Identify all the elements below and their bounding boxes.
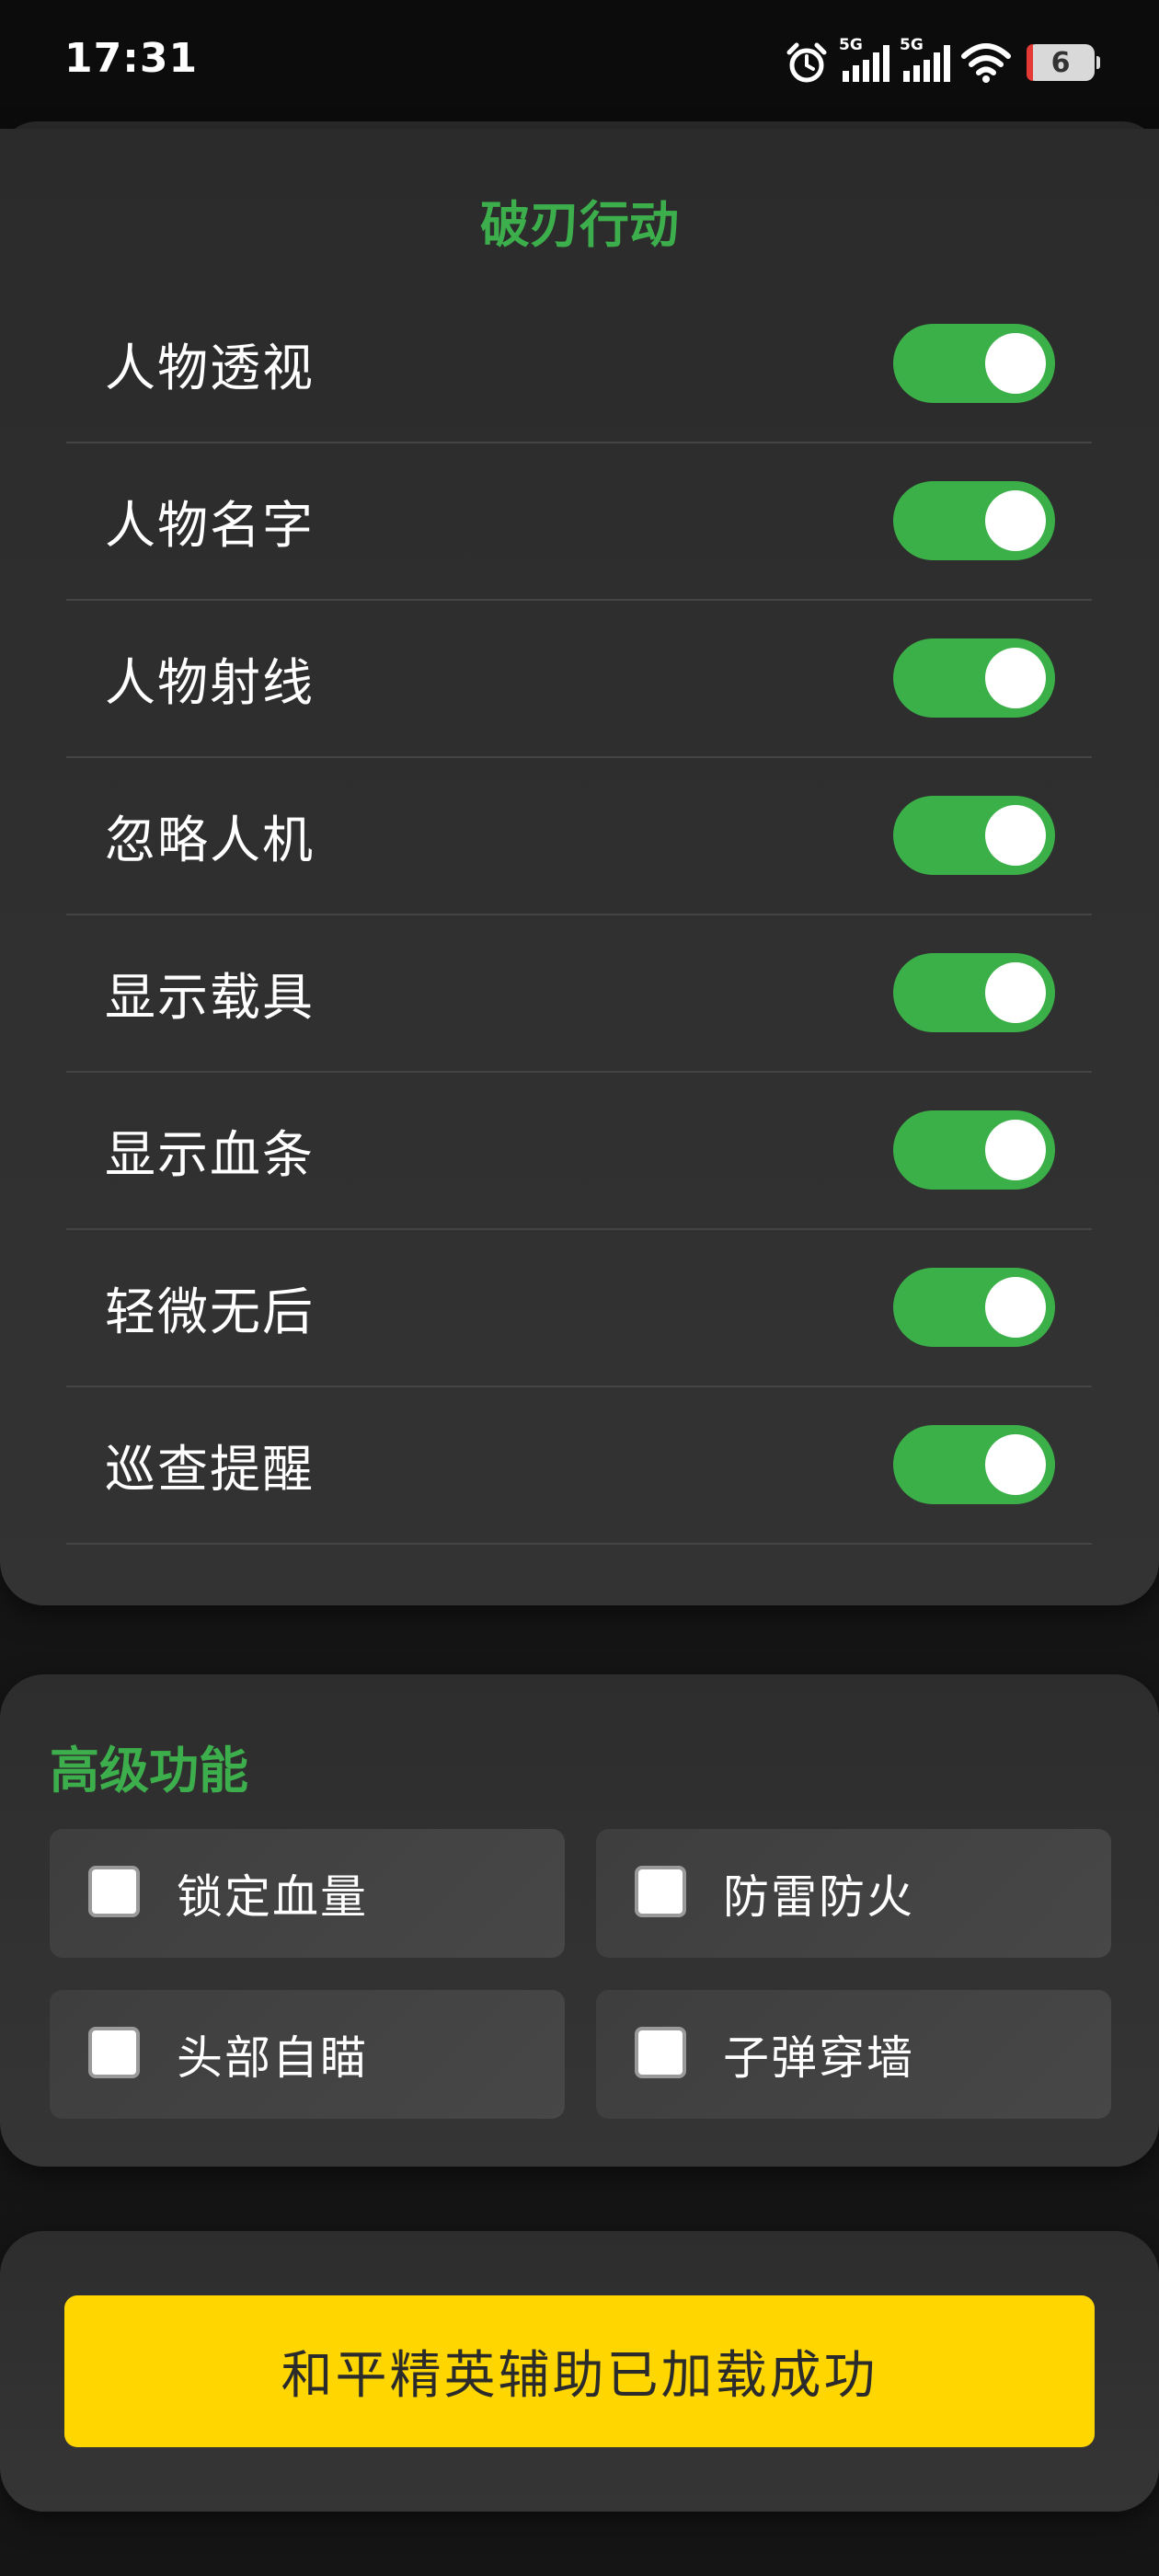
toggle-row-patrol-alert[interactable]: 巡查提醒 bbox=[66, 1386, 1092, 1545]
option-lock-health[interactable]: 锁定血量 bbox=[50, 1829, 565, 1958]
feature-card-title: 破刃行动 bbox=[480, 196, 679, 254]
toggle-row-health-bars[interactable]: 显示血条 bbox=[66, 1072, 1092, 1230]
toggle-label: 显示载具 bbox=[105, 968, 316, 1027]
toggle-knob bbox=[985, 333, 1046, 394]
checkbox[interactable] bbox=[635, 1866, 686, 1917]
toggle-knob bbox=[985, 490, 1046, 551]
toggle-row-vehicles[interactable]: 显示载具 bbox=[66, 914, 1092, 1073]
toggle-knob bbox=[985, 1434, 1046, 1495]
option-label: 防雷防火 bbox=[723, 1870, 914, 1924]
option-grenade-fire-proof[interactable]: 防雷防火 bbox=[596, 1829, 1111, 1958]
toggle-switch[interactable] bbox=[893, 1110, 1055, 1190]
option-label: 锁定血量 bbox=[177, 1870, 368, 1924]
signal-icon: 5G bbox=[839, 36, 890, 86]
toggle-switch[interactable] bbox=[893, 481, 1055, 560]
option-wall-penetration[interactable]: 子弹穿墙 bbox=[596, 1990, 1111, 2119]
battery-icon: 6 bbox=[1027, 44, 1100, 81]
checkbox[interactable] bbox=[88, 1866, 140, 1917]
toggle-label: 巡查提醒 bbox=[105, 1440, 316, 1499]
toggle-label: 忽略人机 bbox=[105, 811, 316, 869]
toggle-row-esp[interactable]: 人物透视 bbox=[66, 285, 1092, 443]
status-bar: 17:31 5G 5G 6 bbox=[0, 0, 1159, 129]
toggle-switch[interactable] bbox=[893, 953, 1055, 1032]
status-card: 和平精英辅助已加载成功 bbox=[0, 2231, 1159, 2512]
toggle-knob bbox=[985, 1277, 1046, 1338]
toggle-row-lines[interactable]: 人物射线 bbox=[66, 600, 1092, 758]
toggle-switch[interactable] bbox=[893, 796, 1055, 875]
toggle-switch[interactable] bbox=[893, 1268, 1055, 1347]
toggle-knob bbox=[985, 648, 1046, 708]
option-head-aim[interactable]: 头部自瞄 bbox=[50, 1990, 565, 2119]
status-time: 17:31 bbox=[64, 35, 199, 82]
advanced-card: 高级功能 锁定血量 防雷防火 头部自瞄 子弹穿墙 bbox=[0, 1674, 1159, 2167]
toggle-label: 人物射线 bbox=[105, 653, 316, 712]
toggle-label: 人物名字 bbox=[105, 496, 316, 555]
alarm-icon bbox=[784, 40, 830, 86]
toggle-knob bbox=[985, 962, 1046, 1023]
toggle-label: 人物透视 bbox=[105, 339, 316, 397]
toggle-switch[interactable] bbox=[893, 638, 1055, 718]
advanced-card-title: 高级功能 bbox=[50, 1742, 248, 1800]
toggle-knob bbox=[985, 1120, 1046, 1180]
toggle-row-ignore-bots[interactable]: 忽略人机 bbox=[66, 757, 1092, 915]
load-status-button[interactable]: 和平精英辅助已加载成功 bbox=[64, 2295, 1095, 2447]
option-label: 子弹穿墙 bbox=[723, 2031, 914, 2085]
toggle-knob bbox=[985, 805, 1046, 866]
battery-level: 6 bbox=[1050, 46, 1071, 79]
toggle-label: 显示血条 bbox=[105, 1125, 316, 1184]
toggle-row-names[interactable]: 人物名字 bbox=[66, 443, 1092, 601]
toggle-switch[interactable] bbox=[893, 324, 1055, 403]
status-icons: 5G 5G 6 bbox=[784, 36, 1100, 88]
checkbox[interactable] bbox=[88, 2027, 140, 2078]
toggle-row-recoil[interactable]: 轻微无后 bbox=[66, 1229, 1092, 1387]
toggle-label: 轻微无后 bbox=[105, 1282, 316, 1341]
wifi-icon bbox=[960, 41, 1012, 84]
signal-icon: 5G bbox=[900, 36, 951, 86]
checkbox[interactable] bbox=[635, 2027, 686, 2078]
toggle-switch[interactable] bbox=[893, 1425, 1055, 1504]
option-label: 头部自瞄 bbox=[177, 2031, 368, 2085]
